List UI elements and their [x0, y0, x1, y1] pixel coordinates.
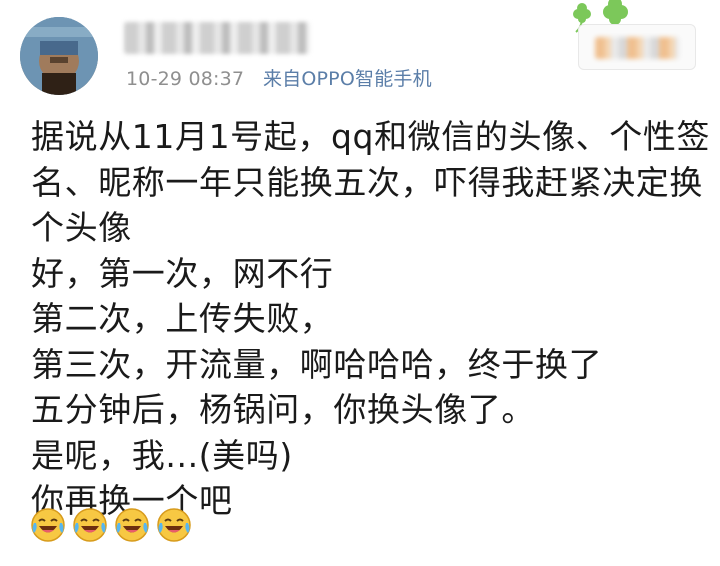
post-line: 第三次，开流量，啊哈哈哈，终于换了 [31, 344, 603, 384]
follow-button-label-blurred [595, 37, 679, 59]
post-line: 名、昵称一年只能换五次，吓得我赶紧决定换 [31, 162, 703, 202]
laugh-cry-icon [73, 508, 107, 542]
username-blurred[interactable] [124, 22, 310, 54]
laugh-cry-icon [31, 508, 65, 542]
laugh-cry-icon [157, 508, 191, 542]
post-line: 个头像 [31, 208, 132, 247]
follow-button-blurred[interactable] [578, 24, 696, 70]
post-meta: 10-29 08:37 来自OPPO智能手机 [126, 64, 432, 91]
post-timestamp: 10-29 08:37 [126, 68, 245, 90]
post-line: 是呢，我...(美吗) [31, 435, 293, 475]
post-body: 据说从11月1号起，qq和微信的头像、个性签 名、昵称一年只能换五次，吓得我赶紧… [31, 114, 711, 524]
emoji-row [30, 507, 192, 543]
user-avatar[interactable] [20, 17, 98, 95]
post-line: 好，第一次，网不行 [31, 253, 334, 293]
post-line: 第二次，上传失败， [31, 299, 334, 338]
post-line: 据说从11月1号起，qq和微信的头像、个性签 [31, 117, 711, 156]
post-line: 五分钟后，杨锅问，你换头像了。 [31, 390, 535, 429]
laugh-cry-icon [115, 508, 149, 542]
post-source[interactable]: 来自OPPO智能手机 [263, 68, 432, 90]
user-avatar-icon [20, 17, 98, 95]
